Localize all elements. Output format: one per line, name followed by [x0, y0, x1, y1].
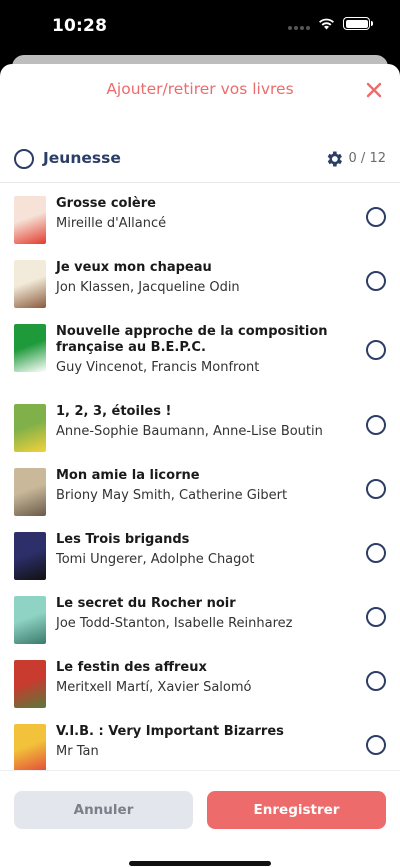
book-row[interactable]: Les Trois brigands Tomi Ungerer, Adolphe …	[0, 520, 400, 582]
book-title: Grosse colère	[56, 196, 156, 211]
book-author: Mireille d'Allancé	[56, 216, 167, 231]
signal-icon	[288, 18, 310, 30]
cancel-button[interactable]: Annuler	[14, 791, 193, 829]
book-author: Guy Vincenot, Francis Monfront	[56, 360, 260, 375]
book-author: Tomi Ungerer, Adolphe Chagot	[56, 552, 255, 567]
book-row[interactable]: Grosse colère Mireille d'Allancé	[0, 184, 400, 246]
book-row[interactable]: V.I.B. : Very Important Bizarres Mr Tan	[0, 712, 400, 774]
footer: Annuler Enregistrer	[0, 770, 400, 867]
book-author: Anne-Sophie Baumann, Anne-Lise Boutin	[56, 424, 323, 439]
sheet-title: Ajouter/retirer vos livres	[106, 80, 294, 98]
book-row[interactable]: 1, 2, 3, étoiles ! Anne-Sophie Baumann, A…	[0, 392, 400, 454]
book-cover	[14, 532, 46, 580]
status-time: 10:28	[52, 16, 108, 36]
book-title: Le secret du Rocher noir	[56, 596, 236, 611]
book-cover	[14, 596, 46, 644]
wifi-icon	[319, 18, 334, 29]
book-select-radio[interactable]	[366, 340, 386, 360]
book-title: Le festin des affreux	[56, 660, 207, 675]
book-row[interactable]: Nouvelle approche de la composition fran…	[0, 312, 400, 390]
book-select-radio[interactable]	[366, 415, 386, 435]
gear-icon[interactable]	[324, 149, 344, 169]
book-select-radio[interactable]	[366, 207, 386, 227]
book-select-radio[interactable]	[366, 543, 386, 563]
book-title: V.I.B. : Very Important Bizarres	[56, 724, 284, 739]
book-author: Meritxell Martí, Xavier Salomó	[56, 680, 252, 695]
book-cover	[14, 260, 46, 308]
group-count: 0 / 12	[348, 151, 386, 166]
book-cover	[14, 724, 46, 772]
divider	[0, 182, 400, 183]
book-title: Je veux mon chapeau	[56, 260, 212, 275]
book-row[interactable]: Le secret du Rocher noir Joe Todd-Stanton…	[0, 584, 400, 646]
book-select-radio[interactable]	[366, 607, 386, 627]
save-button[interactable]: Enregistrer	[207, 791, 386, 829]
battery-icon	[343, 17, 373, 30]
book-title: Nouvelle approche de la composition fran…	[56, 324, 328, 355]
book-row[interactable]: Le festin des affreux Meritxell Martí, Xa…	[0, 648, 400, 710]
book-select-radio[interactable]	[366, 271, 386, 291]
book-author: Briony May Smith, Catherine Gibert	[56, 488, 288, 503]
book-author: Jon Klassen, Jacqueline Odin	[56, 280, 240, 295]
book-title: Mon amie la licorne	[56, 468, 200, 483]
book-cover	[14, 660, 46, 708]
book-cover	[14, 404, 46, 452]
book-title: Les Trois brigands	[56, 532, 190, 547]
sheet-header: Ajouter/retirer vos livres	[0, 64, 400, 116]
book-row[interactable]: Je veux mon chapeau Jon Klassen, Jacqueli…	[0, 248, 400, 310]
book-cover	[14, 468, 46, 516]
book-select-radio[interactable]	[366, 671, 386, 691]
book-author: Joe Todd-Stanton, Isabelle Reinharez	[56, 616, 293, 631]
status-icons	[288, 17, 373, 30]
book-cover	[14, 196, 46, 244]
status-bar: 10:28	[0, 0, 400, 54]
book-cover	[14, 324, 46, 372]
book-selection-sheet: Ajouter/retirer vos livres Jeunesse 0 / …	[0, 64, 400, 867]
home-indicator	[129, 861, 271, 866]
book-select-radio[interactable]	[366, 479, 386, 499]
book-author: Mr Tan	[56, 744, 99, 759]
book-select-radio[interactable]	[366, 735, 386, 755]
book-row[interactable]: Mon amie la licorne Briony May Smith, Cat…	[0, 456, 400, 518]
close-icon[interactable]	[362, 78, 386, 102]
book-title: 1, 2, 3, étoiles !	[56, 404, 172, 419]
group-select-radio[interactable]	[14, 149, 34, 169]
group-title: Jeunesse	[43, 149, 121, 167]
group-row: Jeunesse 0 / 12	[0, 144, 400, 180]
